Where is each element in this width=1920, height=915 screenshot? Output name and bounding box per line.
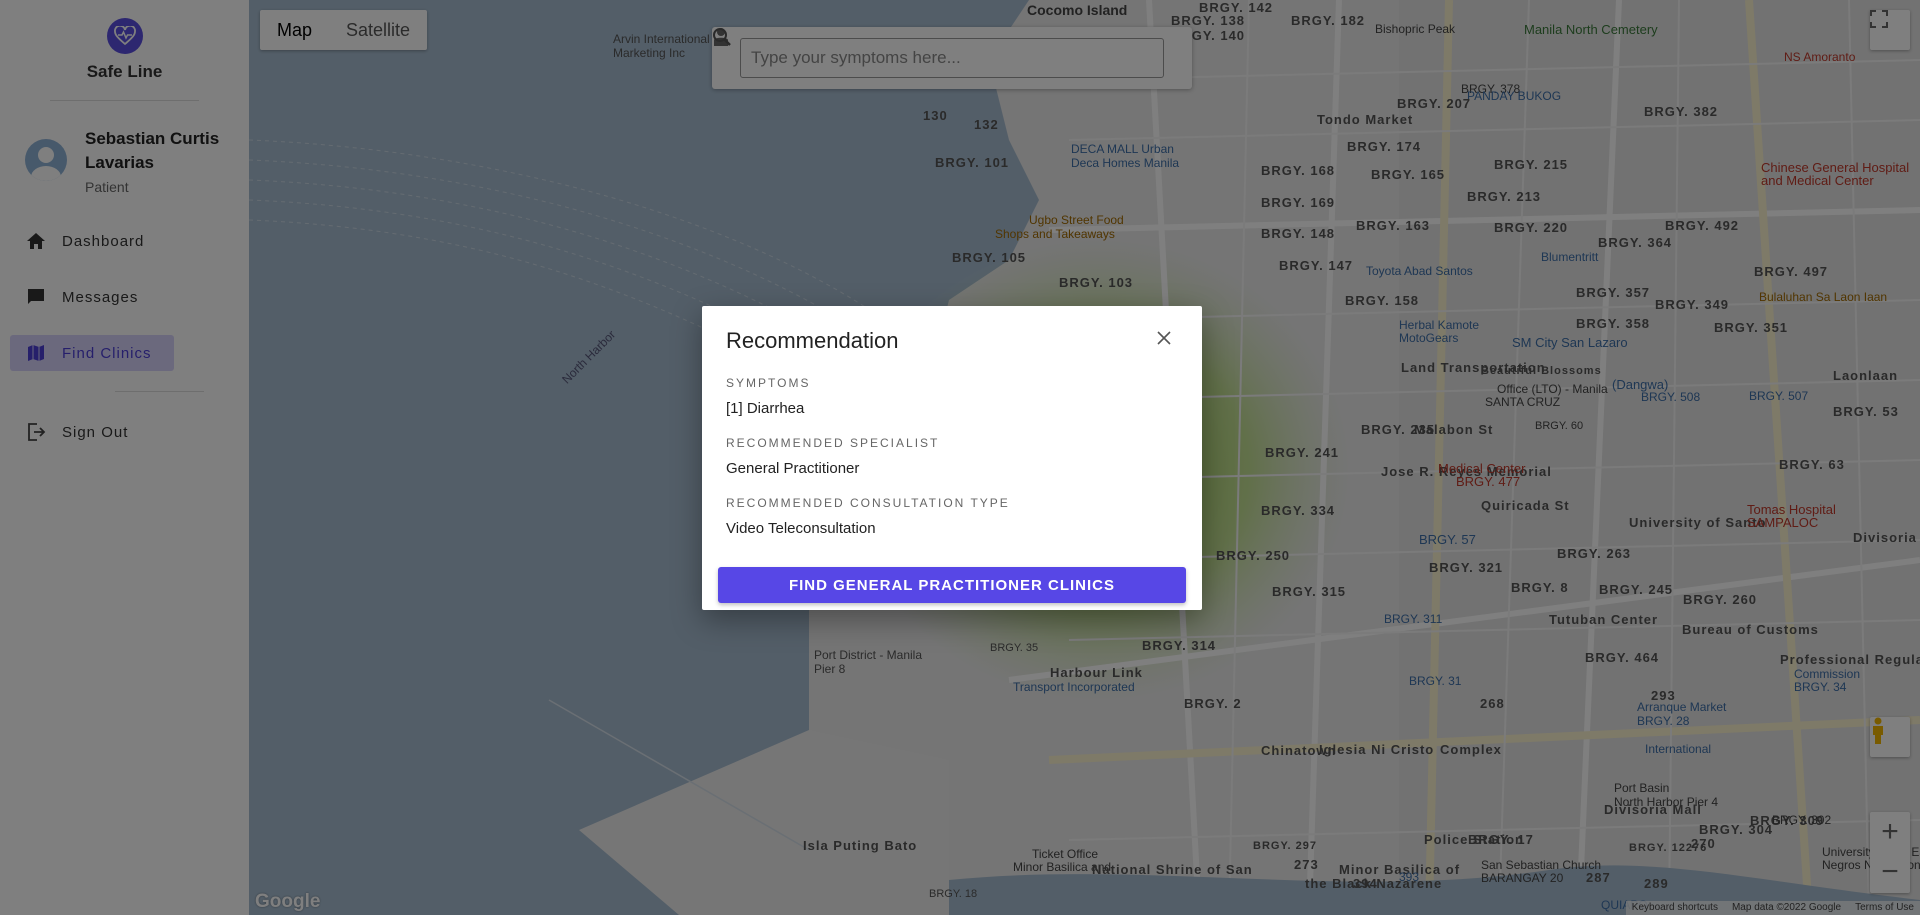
field-value: General Practitioner	[726, 460, 860, 477]
field-value: [1] Diarrhea	[726, 400, 805, 417]
app-root: Safe Line Sebastian Curtis Lavarias Pati…	[0, 0, 1920, 915]
consultation-type-field: RECOMMENDED CONSULTATION TYPE Video Tele…	[726, 496, 1010, 537]
specialist-field: RECOMMENDED SPECIALIST General Practitio…	[726, 436, 939, 477]
field-label: RECOMMENDED SPECIALIST	[726, 436, 940, 450]
symptoms-field: SYMPTOMS [1] Diarrhea	[726, 376, 810, 417]
close-button[interactable]	[1154, 330, 1174, 350]
close-icon	[1157, 330, 1171, 350]
recommendation-dialog: Recommendation SYMPTOMS [1] Diarrhea REC…	[702, 306, 1202, 610]
field-label: SYMPTOMS	[726, 376, 811, 390]
dialog-title: Recommendation	[726, 328, 899, 353]
field-value: Video Teleconsultation	[726, 520, 876, 537]
find-clinics-button[interactable]: FIND GENERAL PRACTITIONER CLINICS	[718, 567, 1186, 603]
field-label: RECOMMENDED CONSULTATION TYPE	[726, 496, 1010, 510]
